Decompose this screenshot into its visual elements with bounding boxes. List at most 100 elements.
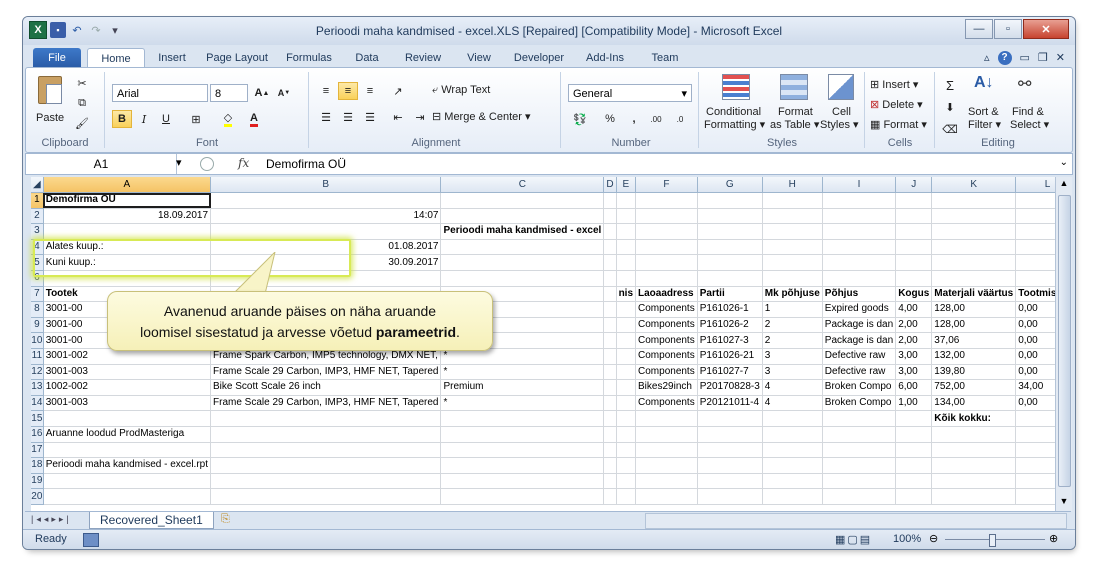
- cell-i11[interactable]: Defective raw: [822, 348, 897, 365]
- cell-k20[interactable]: [931, 488, 1017, 505]
- cell-l7[interactable]: Tootmiskulu: [1015, 286, 1055, 303]
- doc-close-icon[interactable]: ✕: [1056, 51, 1065, 65]
- cell-f2[interactable]: [635, 208, 698, 225]
- cell-g20[interactable]: [697, 488, 763, 505]
- cell-f17[interactable]: [635, 442, 698, 459]
- cell-c5[interactable]: [440, 254, 605, 271]
- cell-e17[interactable]: [616, 442, 637, 459]
- col-header-k[interactable]: K: [931, 177, 1017, 193]
- scroll-up-icon[interactable]: ▲: [1057, 178, 1071, 192]
- cell-e12[interactable]: [616, 364, 637, 381]
- cell-h13[interactable]: 4: [762, 379, 823, 396]
- cell-d17[interactable]: [603, 442, 617, 459]
- cell-e10[interactable]: [616, 332, 637, 349]
- align-top-icon[interactable]: ≡: [316, 82, 336, 100]
- tab-formulas[interactable]: Formulas: [279, 48, 339, 68]
- cell-e15[interactable]: [616, 410, 637, 427]
- cell-f10[interactable]: Components: [635, 332, 698, 349]
- underline-button[interactable]: U: [156, 110, 176, 128]
- cell-c16[interactable]: [440, 426, 605, 443]
- cell-l19[interactable]: [1015, 473, 1055, 490]
- sheet-tab-recovered[interactable]: Recovered_Sheet1: [89, 512, 214, 529]
- row-header-11[interactable]: 11: [31, 348, 44, 365]
- cell-d10[interactable]: [603, 332, 617, 349]
- cell-i12[interactable]: Defective raw: [822, 364, 897, 381]
- cell-g15[interactable]: [697, 410, 763, 427]
- cell-k15[interactable]: Kõik kokku:: [931, 410, 1017, 427]
- cell-c19[interactable]: [440, 473, 605, 490]
- scroll-thumb[interactable]: [1058, 195, 1071, 487]
- cell-k4[interactable]: [931, 239, 1017, 256]
- row-header-19[interactable]: 19: [31, 473, 44, 490]
- cell-c3[interactable]: Perioodi maha kandmised - excel: [440, 223, 605, 240]
- tab-team[interactable]: Team: [637, 48, 693, 68]
- cell-j9[interactable]: 2,00: [895, 317, 933, 334]
- percent-icon[interactable]: %: [600, 110, 620, 128]
- cell-c18[interactable]: [440, 457, 605, 474]
- italic-button[interactable]: I: [134, 110, 154, 128]
- row-header-15[interactable]: 15: [31, 410, 44, 427]
- cell-k7[interactable]: Materjali väärtus: [931, 286, 1017, 303]
- bold-button[interactable]: B: [112, 110, 132, 128]
- cell-j5[interactable]: [895, 254, 933, 271]
- cell-b18[interactable]: [210, 457, 442, 474]
- tab-page-layout[interactable]: Page Layout: [201, 48, 273, 68]
- cell-h18[interactable]: [762, 457, 823, 474]
- align-center-icon[interactable]: ☰: [338, 108, 358, 126]
- cell-l8[interactable]: 0,00: [1015, 301, 1055, 318]
- cell-i8[interactable]: Expired goods: [822, 301, 897, 318]
- cell-h10[interactable]: 2: [762, 332, 823, 349]
- cell-h7[interactable]: Mk põhjuse: [762, 286, 823, 303]
- row-header-13[interactable]: 13: [31, 379, 44, 396]
- sheet-nav-arrows-icon[interactable]: |◂◂▸▸|: [31, 514, 72, 525]
- increase-indent-icon[interactable]: ⇥: [410, 108, 430, 126]
- col-header-c[interactable]: C: [440, 177, 605, 193]
- cell-a3[interactable]: [43, 223, 212, 240]
- cell-f1[interactable]: [635, 192, 698, 209]
- cell-k17[interactable]: [931, 442, 1017, 459]
- cell-g13[interactable]: P20170828-3: [697, 379, 763, 396]
- font-name-select[interactable]: Arial: [112, 84, 208, 102]
- doc-minimize-icon[interactable]: ▭: [1020, 51, 1030, 65]
- cell-i18[interactable]: [822, 457, 897, 474]
- cell-l12[interactable]: 0,00: [1015, 364, 1055, 381]
- row-header-7[interactable]: 7: [31, 286, 44, 303]
- cell-j8[interactable]: 4,00: [895, 301, 933, 318]
- cell-i7[interactable]: Põhjus: [822, 286, 897, 303]
- comma-icon[interactable]: ,: [624, 110, 644, 128]
- cell-f15[interactable]: [635, 410, 698, 427]
- cell-j4[interactable]: [895, 239, 933, 256]
- cell-h20[interactable]: [762, 488, 823, 505]
- scroll-down-icon[interactable]: ▼: [1057, 496, 1071, 510]
- cell-h2[interactable]: [762, 208, 823, 225]
- cell-l4[interactable]: [1015, 239, 1055, 256]
- currency-icon[interactable]: 💱: [570, 110, 590, 128]
- tab-developer[interactable]: Developer: [507, 48, 571, 68]
- formula-cancel-icon[interactable]: [200, 157, 214, 171]
- cell-i6[interactable]: [822, 270, 897, 287]
- cell-g1[interactable]: [697, 192, 763, 209]
- cell-f8[interactable]: Components: [635, 301, 698, 318]
- cell-j14[interactable]: 1,00: [895, 395, 933, 412]
- cell-d20[interactable]: [603, 488, 617, 505]
- cell-j13[interactable]: 6,00: [895, 379, 933, 396]
- cell-b12[interactable]: Frame Scale 29 Carbon, IMP3, HMF NET, Ta…: [210, 364, 442, 381]
- col-header-d[interactable]: D: [603, 177, 617, 193]
- zoom-slider-thumb[interactable]: [989, 534, 996, 547]
- cell-k3[interactable]: [931, 223, 1017, 240]
- cell-h16[interactable]: [762, 426, 823, 443]
- delete-cells-button[interactable]: ⊠ Delete ▾: [870, 98, 923, 111]
- row-header-3[interactable]: 3: [31, 223, 44, 240]
- tab-home[interactable]: Home: [87, 48, 145, 69]
- cell-g6[interactable]: [697, 270, 763, 287]
- format-painter-icon[interactable]: 🖌: [72, 114, 92, 132]
- select-all-corner[interactable]: ◢: [31, 177, 44, 193]
- cell-f7[interactable]: Laoaadress: [635, 286, 698, 303]
- cell-l2[interactable]: [1015, 208, 1055, 225]
- cell-l5[interactable]: [1015, 254, 1055, 271]
- cell-i20[interactable]: [822, 488, 897, 505]
- cell-j1[interactable]: [895, 192, 933, 209]
- cell-f18[interactable]: [635, 457, 698, 474]
- grow-font-icon[interactable]: A ▲: [252, 84, 272, 102]
- cell-b3[interactable]: [210, 223, 442, 240]
